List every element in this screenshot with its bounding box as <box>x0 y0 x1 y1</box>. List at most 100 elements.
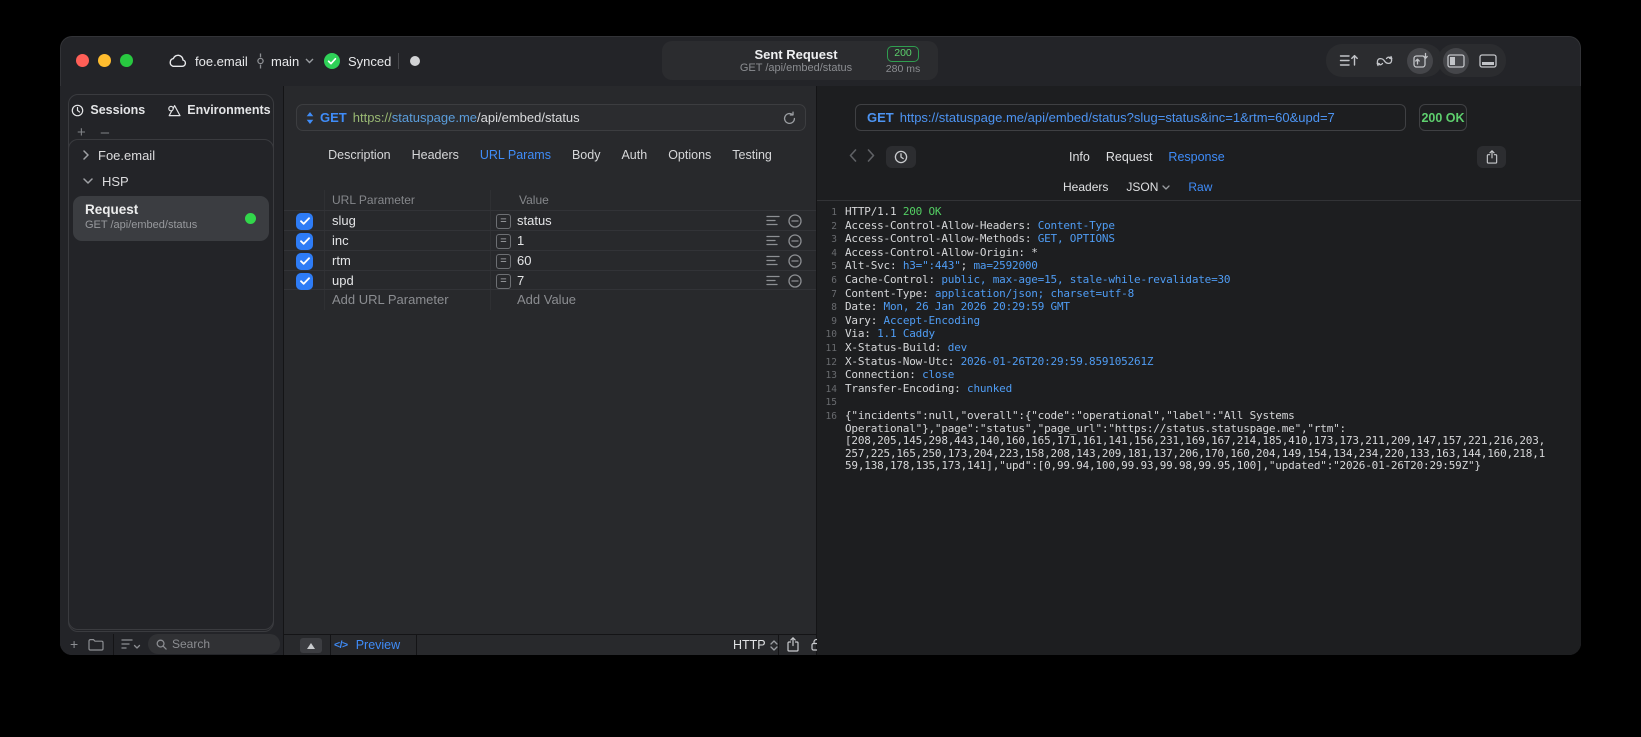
history-button[interactable] <box>886 146 916 168</box>
response-request-method: GET <box>867 110 894 125</box>
tab-body[interactable]: Body <box>572 148 601 162</box>
add-param-row[interactable]: Add URL Parameter Add Value <box>284 290 816 310</box>
search-icon <box>156 639 167 650</box>
param-text-icon[interactable] <box>766 214 780 228</box>
session-add-remove: + – <box>77 125 109 140</box>
response-subtab-headers[interactable]: Headers <box>1063 180 1108 194</box>
sort-options-button[interactable] <box>121 638 141 650</box>
response-body: 1 HTTP/1.1 200 OK 2 Access-Control-Allow-He… <box>817 204 1581 655</box>
tab-environments[interactable]: Environments <box>167 103 271 117</box>
sent-request-title: Sent Request <box>754 46 838 62</box>
param-enabled-checkbox[interactable] <box>296 252 313 270</box>
sync-status[interactable]: Synced <box>324 36 391 86</box>
tab-auth[interactable]: Auth <box>621 148 647 162</box>
chevron-down-icon <box>1162 184 1171 190</box>
cloud-icon <box>168 54 187 68</box>
search-input[interactable] <box>172 637 262 651</box>
tab-description[interactable]: Description <box>328 148 391 162</box>
branch-selector[interactable]: main <box>256 36 314 86</box>
protocol-selector[interactable]: HTTP <box>733 638 778 652</box>
request-log-button[interactable] <box>1335 48 1361 74</box>
param-value[interactable]: 1 <box>517 233 524 248</box>
response-line: 15 <box>825 397 837 409</box>
chevron-down-icon <box>305 58 314 64</box>
toggle-sidebar-button[interactable] <box>1443 47 1469 74</box>
add-session-button[interactable]: + <box>77 125 86 140</box>
remove-param-button[interactable] <box>788 214 802 228</box>
param-value[interactable]: status <box>517 213 552 228</box>
sidebar-panel: Sessions Environments + – Foe.email HSP … <box>68 94 274 632</box>
new-folder-button[interactable] <box>88 638 104 651</box>
response-tab-request[interactable]: Request <box>1106 150 1153 164</box>
request-list-item[interactable]: Request GET /api/embed/status <box>73 196 269 241</box>
response-tab-response[interactable]: Response <box>1168 150 1224 164</box>
sidebar-tabs: Sessions Environments <box>69 95 273 125</box>
param-enabled-checkbox[interactable] <box>296 232 313 250</box>
param-text-icon[interactable] <box>766 274 780 288</box>
param-value[interactable]: 60 <box>517 253 531 268</box>
response-panel: GET https://statuspage.me/api/embed/stat… <box>817 86 1581 655</box>
add-param-name[interactable]: Add URL Parameter <box>332 292 449 307</box>
tab-options[interactable]: Options <box>668 148 711 162</box>
share-icon[interactable] <box>787 637 799 652</box>
response-line: 10 Via: 1.1 Caddy <box>825 327 936 341</box>
param-name[interactable]: rtm <box>332 253 351 268</box>
equals-badge: = <box>496 253 511 269</box>
response-line: 12 X-Status-Now-Utc: 2026-01-26T20:29:59.… <box>825 354 1154 368</box>
tab-testing[interactable]: Testing <box>732 148 772 162</box>
refresh-icon[interactable] <box>783 111 796 125</box>
request-method[interactable]: GET <box>320 110 347 125</box>
param-text-icon[interactable] <box>766 254 780 268</box>
project-selector[interactable]: foe.email <box>168 36 248 86</box>
response-subtab-raw[interactable]: Raw <box>1188 180 1212 194</box>
request-url[interactable]: https://statuspage.me/api/embed/status <box>353 110 580 125</box>
collapse-panel-button[interactable] <box>300 638 322 653</box>
minimize-window-button[interactable] <box>98 54 111 67</box>
zoom-window-button[interactable] <box>120 54 133 67</box>
tab-headers[interactable]: Headers <box>412 148 459 162</box>
equals-badge: = <box>496 233 511 249</box>
equals-badge: = <box>496 273 511 289</box>
response-subtab-json[interactable]: JSON <box>1126 180 1171 194</box>
loop-requests-button[interactable] <box>1371 48 1397 74</box>
remove-param-button[interactable] <box>788 254 802 268</box>
sent-request-line[interactable]: GET https://statuspage.me/api/embed/stat… <box>855 104 1406 131</box>
method-dropdown-icon[interactable] <box>306 111 314 124</box>
toggle-bottom-panel-button[interactable] <box>1475 48 1501 74</box>
send-receive-button[interactable] <box>1407 47 1433 74</box>
param-name[interactable]: inc <box>332 233 349 248</box>
remove-session-button[interactable]: – <box>101 125 109 140</box>
preview-button[interactable]: </> Preview <box>334 638 400 652</box>
add-item-button[interactable]: + <box>70 636 78 652</box>
response-tab-info[interactable]: Info <box>1069 150 1090 164</box>
response-line: 1 HTTP/1.1 200 OK <box>831 205 942 218</box>
response-line: 4 Access-Control-Allow-Origin: * <box>831 245 1038 259</box>
param-text-icon[interactable] <box>766 234 780 248</box>
response-line: 2 Access-Control-Allow-Headers: Content-T… <box>831 218 1115 232</box>
url-param-row: rtm = 60 <box>284 250 816 270</box>
tree-item-foe-email[interactable]: Foe.email <box>69 142 273 168</box>
toolbar-group-left <box>1326 44 1442 77</box>
tab-url-params[interactable]: URL Params <box>480 148 551 162</box>
tab-sessions[interactable]: Sessions <box>71 103 145 117</box>
request-status-pill[interactable]: Sent Request GET /api/embed/status 200 2… <box>662 41 938 80</box>
request-url-bar[interactable]: GET https://statuspage.me/api/embed/stat… <box>296 104 806 131</box>
close-window-button[interactable] <box>76 54 89 67</box>
export-response-button[interactable] <box>1477 146 1506 168</box>
history-back-button[interactable] <box>849 149 857 162</box>
add-param-value[interactable]: Add Value <box>517 292 576 307</box>
param-value[interactable]: 7 <box>517 273 524 288</box>
tree-item-hsp[interactable]: HSP <box>69 168 273 194</box>
remove-param-button[interactable] <box>788 234 802 248</box>
param-name[interactable]: slug <box>332 213 356 228</box>
url-params-table: slug = status inc = 1 rtm = 60 upd = 7 <box>284 210 816 290</box>
status-code-badge: 200 <box>887 46 919 62</box>
request-item-subtitle: GET /api/embed/status <box>85 219 198 231</box>
param-name[interactable]: upd <box>332 273 354 288</box>
response-line: 13 Connection: close <box>825 368 955 382</box>
param-enabled-checkbox[interactable] <box>296 212 313 230</box>
history-forward-button[interactable] <box>867 149 875 162</box>
sidebar-search[interactable] <box>148 634 280 654</box>
remove-param-button[interactable] <box>788 274 802 288</box>
param-enabled-checkbox[interactable] <box>296 272 313 290</box>
